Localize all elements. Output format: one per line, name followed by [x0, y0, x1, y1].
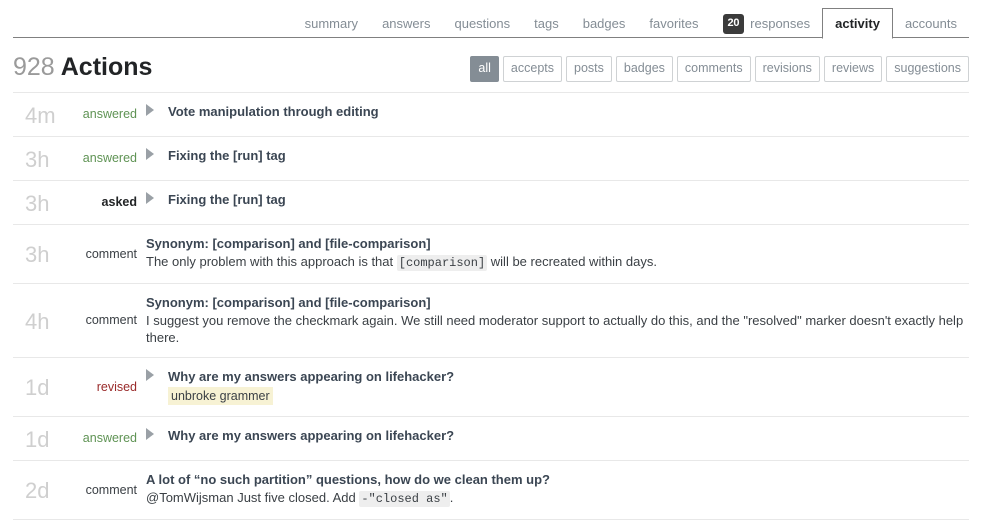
activity-row: 4m answered Vote manipulation through edit…: [13, 93, 969, 137]
post-title-link[interactable]: Why are my answers appearing on lifehack…: [168, 427, 454, 444]
tab-label: questions: [454, 16, 511, 31]
post-title-link[interactable]: Fixing the [run] tag: [168, 147, 286, 164]
filter-posts[interactable]: posts: [566, 56, 612, 82]
filter-reviews[interactable]: reviews: [823, 56, 883, 82]
activity-timestamp: 4h: [25, 308, 50, 334]
activity-row: 3h comment Synonym: [comparison] and [file…: [13, 225, 969, 284]
page-title-label: Actions: [60, 53, 153, 81]
activity-title-row: Why are my answers appearing on lifehack…: [146, 427, 969, 444]
tab-questions[interactable]: questions: [442, 8, 522, 38]
activity-row: 2dcommentThe 'Things' tag should be rena…: [13, 520, 969, 528]
tab-responses[interactable]: 20 responses: [711, 8, 823, 38]
activity-content: Synonym: [comparison] and [file-comparis…: [146, 284, 969, 357]
activity-timestamp: 3h: [25, 190, 50, 216]
activity-row: 3h asked Fixing the [run] tag: [13, 181, 969, 225]
revision-comment: unbroke grammer: [168, 387, 273, 405]
tab-tags[interactable]: tags: [522, 8, 571, 38]
tab-label: accounts: [904, 16, 957, 31]
activity-content: Fixing the [run] tag: [146, 137, 969, 175]
post-title-link[interactable]: Why are my answers appearing on lifehack…: [168, 368, 454, 385]
activity-title-row: Synonym: [comparison] and [file-comparis…: [146, 235, 969, 252]
activity-content: Fixing the [run] tag: [146, 181, 969, 219]
inline-code: -"closed as": [359, 491, 450, 507]
page-header: 928 Actions all accepts posts badges comment…: [0, 38, 982, 86]
triangle-right-icon[interactable]: [146, 427, 168, 440]
activity-timestamp: 3h: [25, 146, 50, 172]
tab-label: badges: [582, 16, 626, 31]
activity-type-comment: comment: [85, 313, 137, 328]
tab-badges[interactable]: badges: [571, 8, 638, 38]
comment-body-text: I suggest you remove the checkmark again…: [146, 313, 964, 345]
revision-comment-row: unbroke grammer: [146, 385, 969, 405]
triangle-right-icon[interactable]: [146, 191, 168, 204]
post-title-link[interactable]: Synonym: [comparison] and [file-comparis…: [146, 294, 431, 311]
activity-type-revised: revised: [96, 379, 137, 394]
activity-list: 4m answered Vote manipulation through edit…: [13, 92, 969, 528]
activity-timestamp: 1d: [25, 426, 50, 452]
post-title-link[interactable]: Vote manipulation through editing: [168, 103, 379, 120]
filter-accepts[interactable]: accepts: [502, 56, 563, 82]
tab-summary[interactable]: summary: [293, 8, 370, 38]
comment-body-text: The only problem with this approach is t…: [146, 254, 657, 271]
post-title-link[interactable]: Synonym: [comparison] and [file-comparis…: [146, 235, 431, 252]
profile-tab-bar: summary answers questions tags badges favorit…: [0, 0, 982, 39]
activity-content: Why are my answers appearing on lifehack…: [146, 417, 969, 455]
activity-row: 2d comment A lot of “no such partition” qu…: [13, 461, 969, 520]
activity-row: 1d answered Why are my answers appearing o…: [13, 417, 969, 461]
activity-content: Why are my answers appearing on lifehack…: [146, 358, 969, 416]
tab-label: responses: [750, 16, 811, 31]
action-count: 928: [13, 53, 55, 81]
triangle-right-icon[interactable]: [146, 147, 168, 160]
filter-all[interactable]: all: [470, 56, 499, 82]
triangle-right-icon[interactable]: [146, 368, 168, 381]
activity-row: 4h comment Synonym: [comparison] and [file…: [13, 284, 969, 358]
filter-comments[interactable]: comments: [676, 56, 751, 82]
activity-timestamp: 4m: [25, 102, 56, 128]
activity-type-comment: comment: [85, 246, 137, 261]
comment-body-text: @TomWijsman Just five closed. Add -"clos…: [146, 490, 454, 507]
filter-badges[interactable]: badges: [615, 56, 673, 82]
tab-label: favorites: [649, 16, 699, 31]
inline-code: [comparison]: [396, 255, 488, 271]
tab-label: summary: [304, 16, 359, 31]
activity-content: The 'Things' tag should be renamed@slhck…: [146, 520, 969, 528]
activity-timestamp: 2d: [25, 478, 50, 503]
filter-revisions[interactable]: revisions: [754, 56, 820, 82]
tab-label: activity: [835, 16, 880, 31]
activity-timestamp: 1d: [25, 375, 50, 400]
activity-content: A lot of “no such partition” questions, …: [146, 461, 969, 519]
activity-type-asked: asked: [101, 195, 137, 210]
tab-favorites[interactable]: favorites: [637, 8, 710, 38]
tab-label: answers: [382, 16, 431, 31]
filter-suggestions[interactable]: suggestions: [886, 56, 969, 82]
activity-title-row: Fixing the [run] tag: [146, 147, 969, 164]
activity-title-row: Synonym: [comparison] and [file-comparis…: [146, 294, 969, 311]
activity-content: Vote manipulation through editing: [146, 93, 969, 131]
activity-title-row: A lot of “no such partition” questions, …: [146, 471, 969, 488]
activity-row: 1d revised Why are my answers appearing on…: [13, 358, 969, 417]
activity-type-answered: answered: [82, 107, 137, 122]
activity-content: Synonym: [comparison] and [file-comparis…: [146, 225, 969, 283]
post-title-link[interactable]: A lot of “no such partition” questions, …: [146, 471, 550, 488]
activity-title-row: Vote manipulation through editing: [146, 103, 969, 120]
activity-row: 3h answered Fixing the [run] tag: [13, 137, 969, 181]
activity-timestamp: 3h: [25, 242, 50, 267]
responses-count-badge: 20: [722, 13, 745, 34]
tab-list: summary answers questions tags badges favorit…: [293, 8, 969, 39]
tab-label: tags: [534, 16, 559, 31]
tab-accounts[interactable]: accounts: [893, 8, 969, 38]
activity-type-answered: answered: [82, 431, 137, 446]
tab-activity[interactable]: activity: [822, 8, 893, 39]
triangle-right-icon[interactable]: [146, 103, 168, 116]
activity-title-row: Fixing the [run] tag: [146, 191, 969, 208]
activity-title-row: Why are my answers appearing on lifehack…: [146, 368, 969, 385]
tab-answers[interactable]: answers: [370, 8, 442, 38]
activity-type-answered: answered: [82, 151, 137, 166]
activity-type-comment: comment: [85, 482, 137, 497]
activity-filter-group: all accepts posts badges comments revisions re…: [470, 56, 969, 82]
post-title-link[interactable]: Fixing the [run] tag: [168, 191, 286, 208]
